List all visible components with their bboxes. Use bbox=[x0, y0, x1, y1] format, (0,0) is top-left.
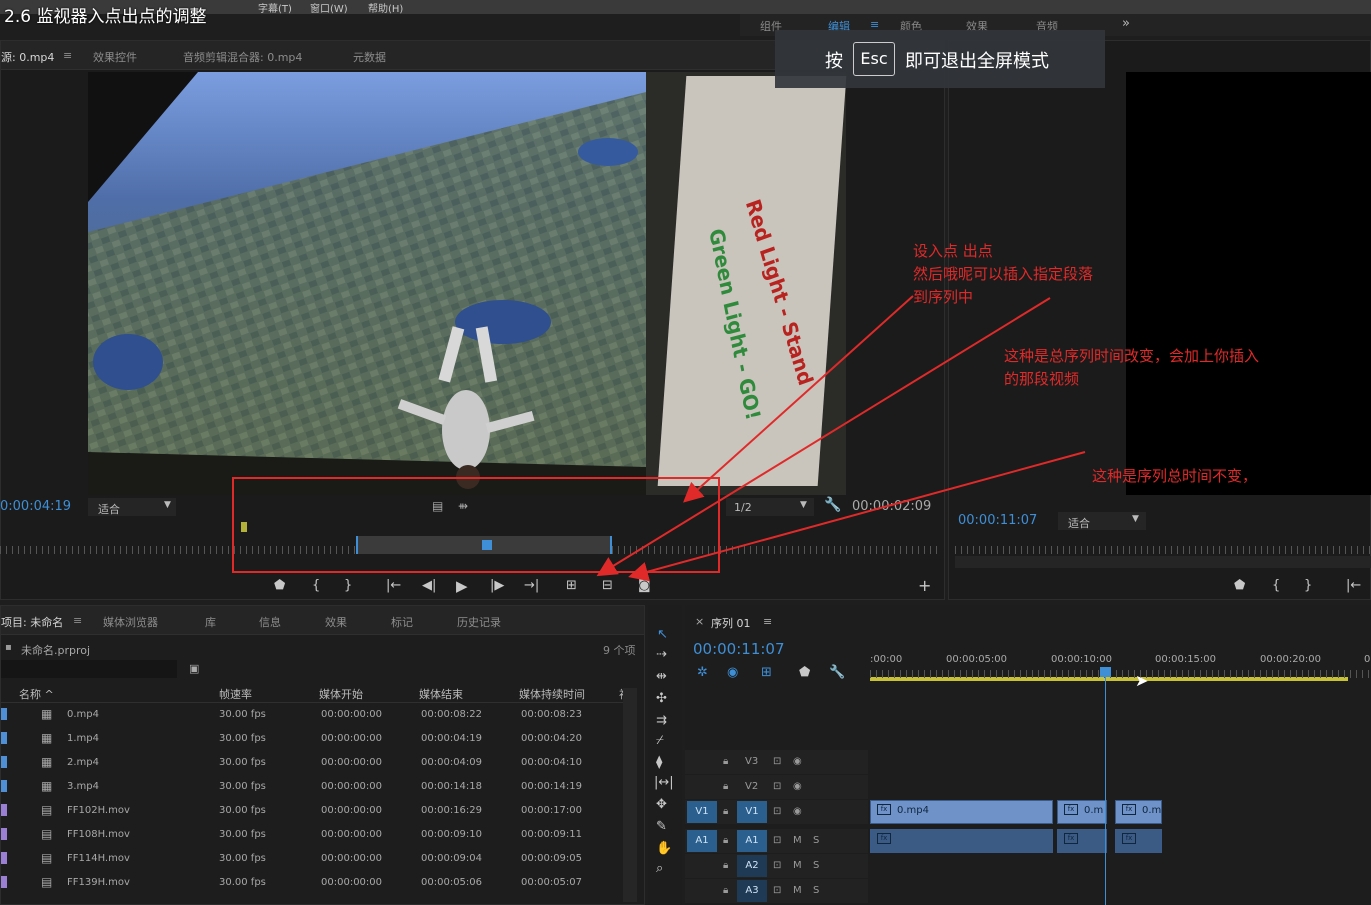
annotation-line: 然后哦呢可以插入指定段落 bbox=[913, 265, 1094, 283]
annotation-line: 的那段视频 bbox=[1004, 370, 1080, 388]
arrow-1 bbox=[683, 295, 914, 503]
annotation-3: 这种是序列总时间不变， bbox=[1092, 465, 1257, 488]
arrow-2 bbox=[596, 297, 1051, 577]
annotation-arrows bbox=[596, 295, 1086, 582]
annotation-line: 这种是总序列时间改变，会加上你插入 bbox=[1004, 347, 1260, 365]
annotation-1: 设入点 出点 然后哦呢可以插入指定段落 到序列中 bbox=[913, 240, 1093, 309]
annotation-line: 到序列中 bbox=[913, 288, 974, 306]
annotation-2: 这种是总序列时间改变，会加上你插入 的那段视频 bbox=[1004, 345, 1259, 391]
annotation-line: 这种是序列总时间不变， bbox=[1092, 467, 1258, 485]
annotation-line: 设入点 出点 bbox=[913, 242, 993, 260]
arrow-3 bbox=[628, 451, 1086, 582]
